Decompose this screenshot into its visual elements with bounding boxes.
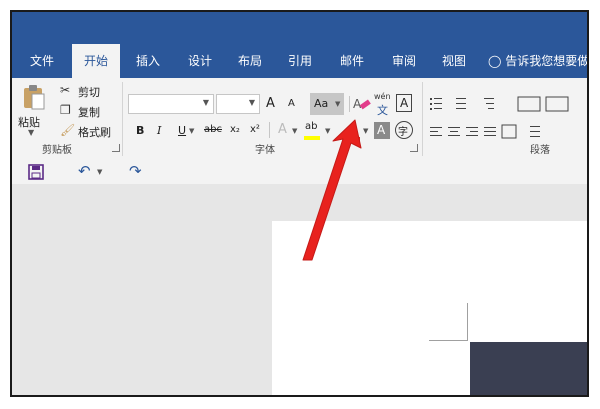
word-window: 文件 开始 插入 设计 布局 引用 邮件 审阅 视图 ◯ 告诉我您想要做 粘贴 … [10,10,589,397]
red-arrow-annotation [302,119,362,261]
